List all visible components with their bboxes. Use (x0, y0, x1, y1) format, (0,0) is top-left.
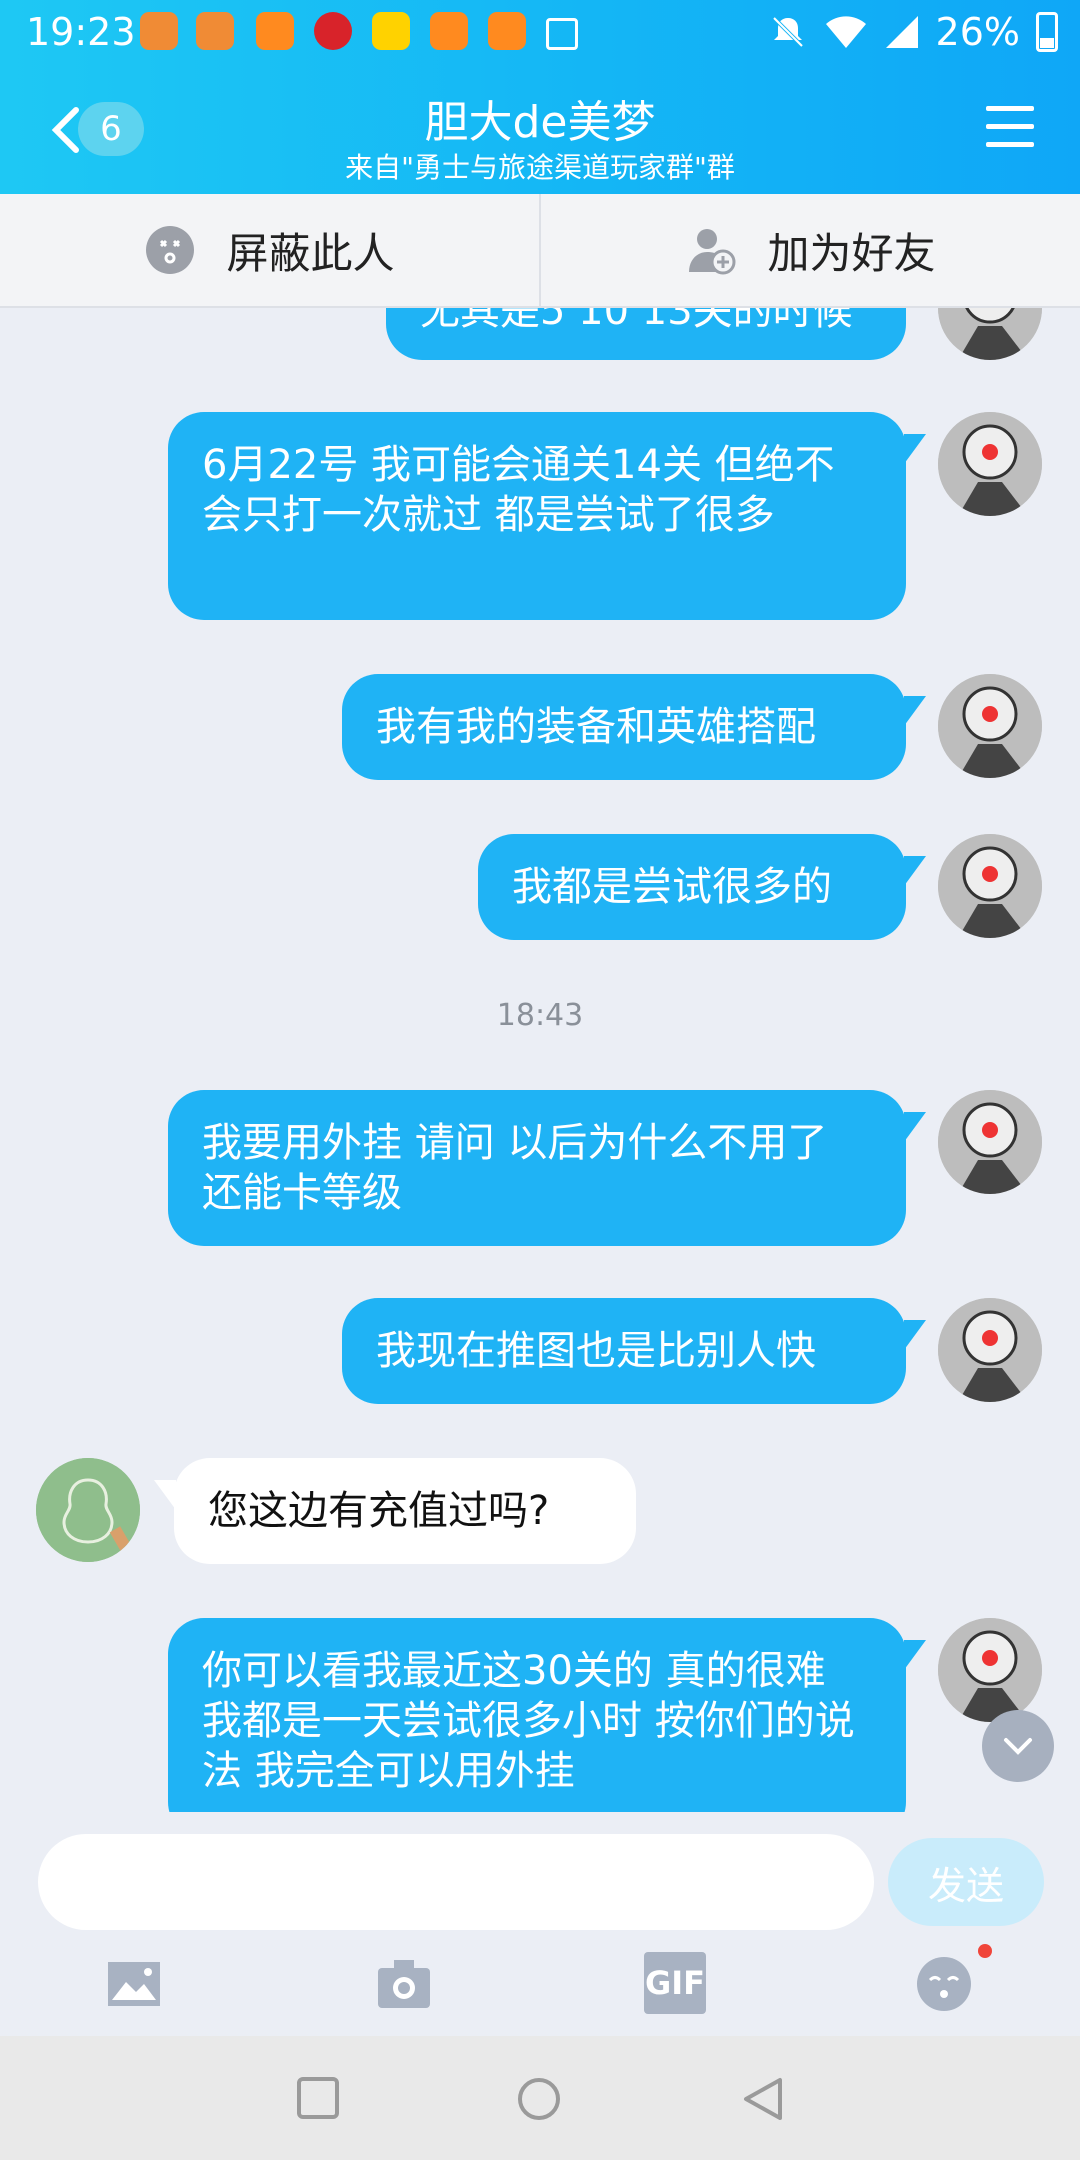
title-bar: 6 胆大de美梦 来自"勇士与旅途渠道玩家群"群 (0, 64, 1080, 194)
app-notification-icon (256, 12, 294, 50)
my-avatar[interactable] (938, 308, 1042, 360)
message-bubble-outgoing[interactable]: 我要用外挂 请问 以后为什么不用了 还能卡等级 (168, 1090, 906, 1246)
add-friend-button[interactable]: 加为好友 (541, 194, 1080, 306)
top-header: 19:23 26% 6 胆大de美梦 来自"勇士与旅途渠道玩家群"群 (0, 0, 1080, 194)
action-bar: 屏蔽此人 加为好友 (0, 194, 1080, 308)
bubble-tail (904, 696, 926, 726)
app-notification-icon (488, 12, 526, 50)
block-face-icon (146, 226, 195, 274)
message-bubble-outgoing[interactable]: 我现在推图也是比别人快 (342, 1298, 906, 1404)
new-emoji-dot (978, 1944, 992, 1958)
message-timestamp: 18:43 (496, 998, 584, 1033)
message-text: 你可以看我最近这30关的 真的很难 我都是一天尝试很多小时 按你们的说法 我完全… (202, 1648, 855, 1794)
message-text: 我都是尝试很多的 (512, 864, 832, 910)
app-notification-icon (196, 12, 234, 50)
chat-subtitle: 来自"勇士与旅途渠道玩家群"群 (345, 151, 735, 184)
mute-icon (772, 16, 803, 48)
status-bar: 19:23 26% (0, 0, 1080, 64)
message-text: 6月22号 我可能会通关14关 但绝不会只打一次就过 都是尝试了很多 (202, 442, 835, 538)
message-bubble-outgoing[interactable]: 6月22号 我可能会通关14关 但绝不会只打一次就过 都是尝试了很多 (168, 412, 906, 620)
send-button[interactable]: 发送 (888, 1838, 1044, 1926)
status-time: 19:23 (26, 10, 136, 54)
wifi-icon (825, 16, 866, 48)
bubble-tail (154, 1480, 176, 1510)
message-bubble-incoming[interactable]: 您这边有充值过吗? (174, 1458, 636, 1564)
bubble-tail (904, 1112, 926, 1142)
bubble-tail (904, 434, 926, 464)
menu-icon[interactable] (986, 106, 1034, 148)
block-user-button[interactable]: 屏蔽此人 (0, 194, 539, 306)
my-avatar[interactable] (938, 834, 1042, 938)
my-avatar[interactable] (938, 674, 1042, 778)
message-text: 您这边有充值过吗? (208, 1488, 550, 1534)
app-notification-icon (140, 12, 178, 50)
my-avatar[interactable] (938, 1298, 1042, 1402)
status-right: 26% (768, 8, 1058, 56)
bank-notification-icon (314, 12, 352, 50)
system-nav-bar (0, 2036, 1080, 2160)
bubble-tail (904, 856, 926, 886)
back-icon[interactable] (740, 2076, 784, 2122)
message-bubble-outgoing[interactable]: 无其是5 10 13关的时候 (386, 308, 906, 360)
gif-button[interactable]: GIF (644, 1952, 706, 2014)
my-avatar[interactable] (938, 1618, 1042, 1722)
camera-icon[interactable] (374, 1954, 434, 2014)
photo-icon[interactable] (104, 1954, 164, 2014)
add-friend-icon (689, 229, 736, 275)
scroll-to-bottom-button[interactable] (982, 1710, 1054, 1782)
chat-title: 胆大de美梦 (424, 97, 656, 148)
chevron-down-icon (1004, 1738, 1032, 1755)
home-icon[interactable] (516, 2076, 562, 2122)
sender-avatar[interactable] (36, 1458, 140, 1562)
message-text: 我有我的装备和英雄搭配 (376, 704, 816, 750)
message-bubble-outgoing[interactable]: 我有我的装备和英雄搭配 (342, 674, 906, 780)
bubble-tail (904, 1640, 926, 1670)
app-notification-icon (430, 12, 468, 50)
block-user-label: 屏蔽此人 (226, 228, 395, 278)
my-avatar[interactable] (938, 1090, 1042, 1194)
message-text: 无其是5 10 13关的时候 (420, 308, 853, 334)
message-input[interactable] (38, 1834, 874, 1930)
chat-area[interactable]: 无其是5 10 13关的时候 6月22号 我可能会通关14关 但绝不会只打一次就… (0, 308, 1080, 1812)
message-text: 我现在推图也是比别人快 (376, 1328, 816, 1374)
message-bubble-outgoing[interactable]: 我都是尝试很多的 (478, 834, 906, 940)
meituan-notification-icon (372, 12, 410, 50)
message-bubble-outgoing[interactable]: 你可以看我最近这30关的 真的很难 我都是一天尝试很多小时 按你们的说法 我完全… (168, 1618, 906, 1812)
battery-percent: 26% (935, 10, 1020, 54)
recent-apps-icon[interactable] (296, 2076, 340, 2120)
my-avatar[interactable] (938, 412, 1042, 516)
input-bar: 发送 GIF (0, 1812, 1080, 2036)
signal-icon (885, 16, 918, 48)
gallery-notification-icon (546, 18, 578, 50)
add-friend-label: 加为好友 (767, 228, 936, 278)
battery-icon (1036, 12, 1058, 52)
emoji-icon[interactable] (914, 1954, 974, 2014)
bubble-tail (904, 1320, 926, 1350)
message-text: 我要用外挂 请问 以后为什么不用了 还能卡等级 (202, 1120, 828, 1216)
